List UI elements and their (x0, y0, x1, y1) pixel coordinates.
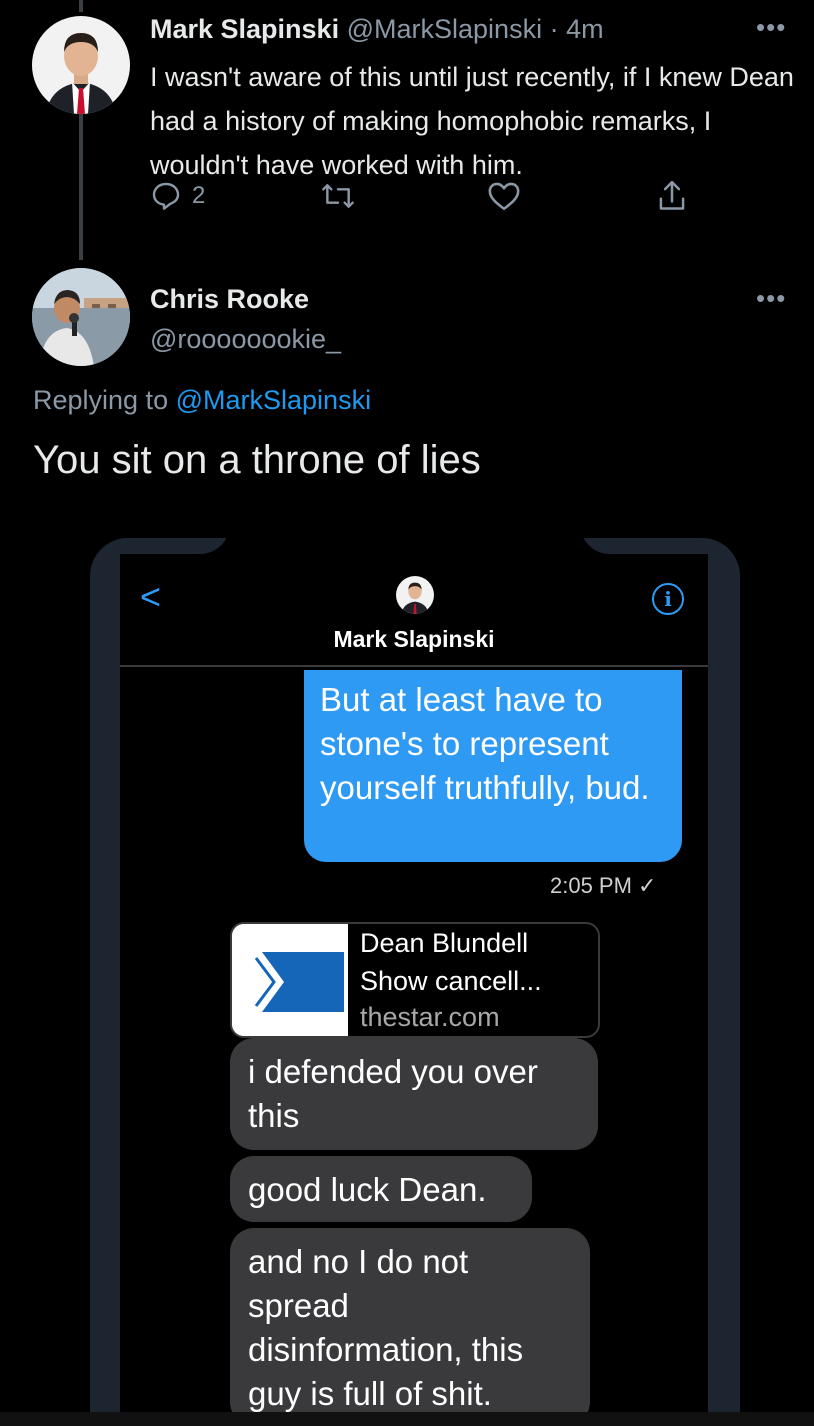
imessage-screen: < i Mark Slapinski But at least have to … (120, 538, 710, 1426)
tweet-header: Mark Slapinski @MarkSlapinski · 4m (150, 14, 604, 45)
status-bar-left (120, 538, 230, 554)
link-thumbnail (232, 924, 348, 1036)
reply-icon (152, 182, 180, 210)
replying-to-handle[interactable]: @MarkSlapinski (176, 385, 371, 415)
like-button[interactable] (487, 180, 521, 212)
bottom-edge (0, 1412, 814, 1426)
author-handle[interactable]: @MarkSlapinski (347, 14, 542, 44)
retweet-button[interactable] (320, 180, 356, 212)
reply-button[interactable]: 2 (150, 180, 205, 212)
reply-count: 2 (192, 182, 206, 209)
status-bar-right (580, 538, 710, 554)
share-icon (659, 180, 685, 210)
more-options-icon[interactable]: ••• (756, 12, 786, 43)
incoming-message: and no I do not spread disinformation, t… (230, 1228, 590, 1426)
share-button[interactable] (655, 178, 689, 214)
heart-icon (488, 182, 520, 211)
contact-name: Mark Slapinski (333, 626, 495, 652)
author-name[interactable]: Chris Rooke (150, 284, 309, 315)
avatar-mark-slapinski[interactable] (32, 16, 130, 114)
link-title: Dean Blundell Show cancell... (360, 928, 542, 996)
header-divider (120, 665, 708, 667)
back-chevron-icon: < (140, 576, 162, 617)
link-domain: thestar.com (360, 1002, 500, 1032)
avatar-chris-rooke[interactable] (32, 268, 130, 366)
outgoing-message: But at least have to stone's to represen… (304, 670, 682, 862)
thestar-logo-icon (232, 924, 348, 1036)
author-name[interactable]: Mark Slapinski (150, 14, 339, 44)
thread-line-top (79, 0, 83, 12)
link-preview-card: Dean Blundell Show cancell... thestar.co… (230, 922, 600, 1038)
author-handle[interactable]: @roooooookie_ (150, 324, 341, 355)
replying-to-label: Replying to (33, 385, 169, 415)
incoming-message: i defended you over this (230, 1038, 598, 1150)
thread-line (79, 112, 83, 260)
message-timestamp: 2:05 PM ✓ (550, 873, 657, 898)
incoming-message: good luck Dean. (230, 1156, 532, 1222)
tweet-text: I wasn't aware of this until just recent… (150, 62, 794, 180)
tweet-timestamp[interactable]: · 4m (550, 14, 604, 44)
replying-to: Replying to @MarkSlapinski (33, 385, 371, 416)
attached-image[interactable]: < i Mark Slapinski But at least have to … (90, 538, 740, 1426)
info-icon: i (652, 583, 684, 615)
contact-avatar (396, 576, 434, 614)
more-options-icon[interactable]: ••• (756, 283, 786, 314)
tweet-text: You sit on a throne of lies (33, 438, 481, 482)
retweet-icon (322, 184, 354, 208)
